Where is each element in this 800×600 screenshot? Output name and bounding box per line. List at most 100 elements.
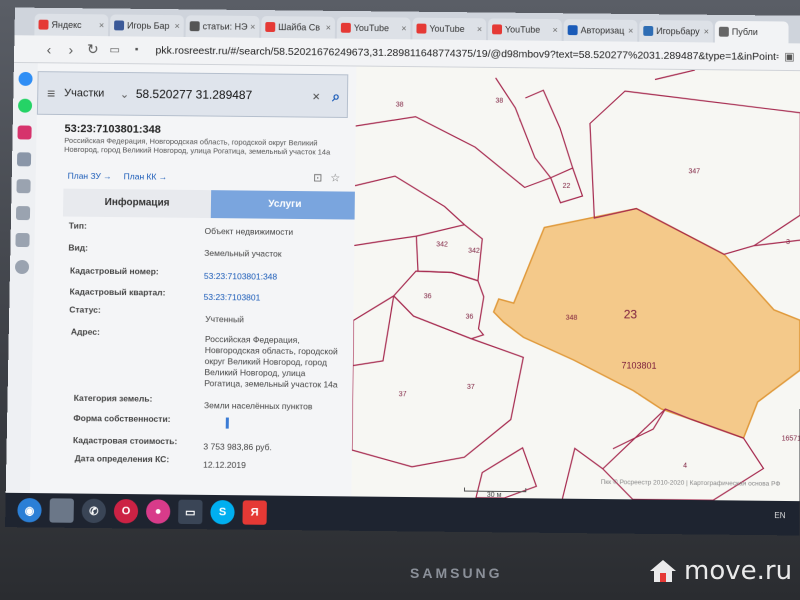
- youtube-icon: [416, 23, 427, 34]
- panel-actions: ⊡ ☆: [313, 171, 340, 184]
- watermark-text: move.ru: [684, 556, 793, 586]
- land-category-value: Земли населённых пунктов: [203, 400, 313, 412]
- chevron-down-icon[interactable]: ⌄: [120, 87, 134, 100]
- plan-kk-link[interactable]: План КК →: [124, 171, 168, 181]
- phone-icon[interactable]: ✆: [81, 498, 107, 524]
- house-icon: [650, 560, 676, 582]
- close-icon[interactable]: ×: [628, 26, 633, 36]
- browser-tab[interactable]: YouTube ×: [488, 18, 562, 41]
- close-icon[interactable]: ×: [401, 23, 406, 33]
- parcel-map-svg: 38 38 347 22 342 342 3 36 36 348 23 7103…: [351, 67, 800, 502]
- panel-tabs: Информация Услуги: [62, 188, 358, 220]
- close-icon[interactable]: ×: [174, 21, 179, 31]
- plan-zu-link[interactable]: План ЗУ →: [68, 171, 112, 181]
- bookmark-icon[interactable]: ▣: [779, 50, 800, 63]
- cad-date-value: 12.12.2019: [203, 459, 246, 471]
- close-icon[interactable]: ×: [99, 20, 104, 30]
- reload-icon[interactable]: ↻: [82, 41, 104, 58]
- monitor-brand-logo: SAMSUNG: [410, 565, 503, 581]
- map-label: 347: [688, 168, 700, 175]
- search-input[interactable]: [133, 85, 308, 104]
- back-icon[interactable]: ‹: [38, 41, 60, 57]
- clear-icon[interactable]: ×: [307, 88, 325, 103]
- parcel-address-summary: Российская Федерация, Новгородская облас…: [64, 135, 331, 157]
- tabs-icon[interactable]: ▭: [104, 43, 126, 56]
- boundary-line: [655, 70, 695, 80]
- yandex-icon[interactable]: Я: [242, 500, 267, 525]
- browser-tab[interactable]: Яндекс ×: [34, 13, 109, 37]
- yandex-icon: [38, 19, 49, 30]
- notes-icon[interactable]: [15, 232, 30, 248]
- tab-info[interactable]: Информация: [62, 188, 212, 219]
- status-label: Статус:: [69, 304, 101, 315]
- whatsapp-icon[interactable]: [17, 98, 33, 113]
- browser-tab[interactable]: Авторизац ×: [563, 19, 638, 42]
- locate-icon[interactable]: ⊡: [313, 171, 322, 184]
- cad-date-label: Дата определения КС:: [74, 453, 170, 465]
- star-icon[interactable]: ☆: [330, 171, 340, 184]
- close-icon[interactable]: ×: [552, 25, 557, 35]
- map-label: 16571: [782, 435, 800, 442]
- heart-icon[interactable]: [15, 206, 31, 221]
- messenger-icon[interactable]: [18, 71, 33, 86]
- close-icon[interactable]: ×: [250, 22, 255, 32]
- grid-icon[interactable]: [16, 179, 31, 194]
- ownership-label: Форма собственности:: [73, 412, 171, 424]
- close-icon[interactable]: ×: [326, 23, 331, 33]
- map-label: 342: [468, 248, 480, 255]
- browser-tab[interactable]: Игорь Бар ×: [109, 14, 184, 37]
- search-category-select[interactable]: Участки: [64, 87, 120, 99]
- boundary-line: [525, 90, 573, 168]
- boundary-line: [354, 235, 417, 247]
- site-icon: [567, 25, 578, 36]
- instagram-icon[interactable]: [17, 125, 32, 140]
- opera-icon[interactable]: O: [113, 498, 139, 524]
- parcel-37: [352, 295, 524, 468]
- info-marker-icon: [225, 417, 229, 429]
- cad-quarter-value[interactable]: 53:23:7103801: [203, 292, 261, 304]
- lock-icon: ▪: [134, 44, 139, 56]
- boundary-line: [352, 295, 395, 366]
- kind-value: Земельный участок: [204, 247, 282, 259]
- url-field[interactable]: pkk.rosreestr.ru/#/search/58.52021676249…: [155, 44, 778, 62]
- forward-icon[interactable]: ›: [60, 41, 82, 57]
- monitor-icon[interactable]: ▭: [178, 499, 203, 525]
- cadastral-map[interactable]: 38 38 347 22 342 342 3 36 36 348 23 7103…: [351, 66, 800, 502]
- cad-value-label: Кадастровая стоимость:: [72, 435, 178, 447]
- browser-tab[interactable]: статьи: НЭ ×: [185, 15, 260, 38]
- browser-tab[interactable]: YouTube ×: [412, 17, 487, 41]
- type-label: Тип:: [68, 220, 87, 231]
- close-icon[interactable]: ×: [477, 24, 482, 34]
- kind-label: Вид:: [68, 242, 89, 253]
- tab-services[interactable]: Услуги: [210, 190, 358, 220]
- search-icon[interactable]: ⌕: [325, 87, 347, 104]
- plan-links: План ЗУ → План КК →: [68, 171, 168, 182]
- media-icon[interactable]: ●: [145, 499, 171, 524]
- folder-icon[interactable]: [49, 498, 74, 523]
- type-value: Объект недвижимости: [204, 225, 294, 237]
- map-label: 3: [786, 239, 790, 246]
- map-label: 38: [396, 102, 404, 109]
- language-indicator[interactable]: EN: [774, 511, 785, 520]
- menu-icon[interactable]: ≡: [38, 85, 64, 101]
- browser-tab[interactable]: Игорьбару ×: [639, 19, 713, 43]
- browser-tab-active[interactable]: Публи: [714, 20, 789, 44]
- play-icon[interactable]: [16, 152, 32, 167]
- browser-tab[interactable]: Шайба Св ×: [261, 16, 336, 39]
- youtube-icon: [340, 22, 351, 33]
- close-icon[interactable]: ×: [704, 27, 709, 37]
- boundary-line: [355, 175, 466, 226]
- boundary-line: [562, 448, 603, 499]
- start-icon[interactable]: ◉: [17, 497, 42, 523]
- cad-number-value[interactable]: 53:23:7103801:348: [204, 271, 277, 283]
- map-label: 23: [624, 307, 638, 321]
- skype-icon[interactable]: S: [210, 499, 235, 525]
- browser-tab[interactable]: YouTube ×: [336, 16, 411, 40]
- map-label: 7103801: [621, 360, 656, 370]
- clock-icon[interactable]: [14, 259, 30, 275]
- info-panel: ≡ Участки ⌄ × ⌕ ‹ 53:23:7103801:348 Росс…: [29, 63, 358, 497]
- facebook-icon: [114, 20, 125, 31]
- map-label: 38: [495, 98, 503, 105]
- map-label: 4: [683, 463, 687, 470]
- cadastral-number-title: 53:23:7103801:348: [64, 122, 161, 136]
